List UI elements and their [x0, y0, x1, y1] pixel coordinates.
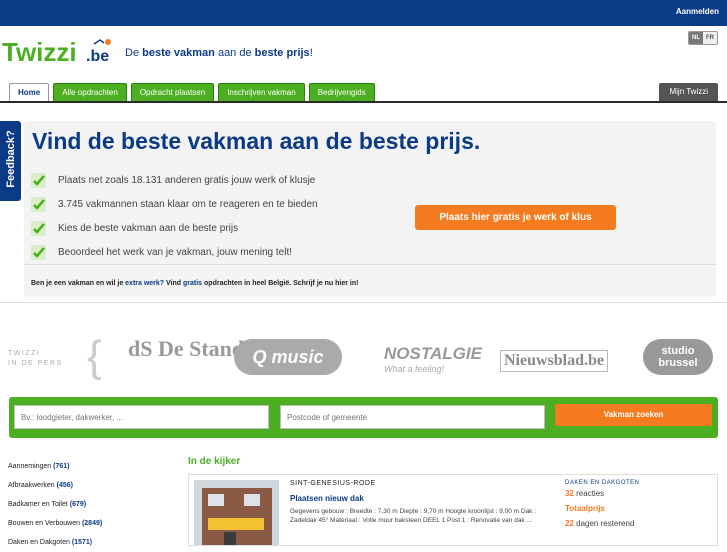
language-switch: NL FR [688, 31, 718, 45]
my-twizzi-button[interactable]: Mijn Twizzi [659, 83, 718, 101]
category-item[interactable]: Afbraakwerken (456) [8, 476, 168, 495]
brace-decoration: { [87, 332, 102, 381]
trade-search-input[interactable] [14, 405, 269, 429]
free-jobs-link[interactable]: gratis [183, 280, 202, 287]
login-link[interactable]: Aanmelden [676, 7, 719, 16]
category-item[interactable]: Daken en Dakgoten (1571) [8, 533, 168, 552]
twizzi-logo[interactable]: Twizzi .be [2, 36, 120, 68]
nostalgie-logo: NOSTALGIE What a feeling! [384, 344, 482, 374]
feedback-label: Feedback? [5, 130, 17, 188]
tagline: De beste vakman aan de beste prijs! [125, 47, 313, 59]
svg-text:.be: .be [86, 48, 109, 65]
lang-nl-button[interactable]: NL [689, 32, 703, 44]
job-title-link[interactable]: Plaatsen nieuw dak [290, 494, 364, 503]
main-nav: Home Alle opdrachten Opdracht plaatsen I… [9, 83, 379, 101]
find-pro-button[interactable]: Vakman zoeken [555, 404, 712, 426]
nieuwsblad-logo: Nieuwsblad.be [500, 350, 609, 372]
total-price-label: Totaalprijs [565, 504, 605, 513]
tab-post-job[interactable]: Opdracht plaatsen [130, 83, 215, 101]
category-item[interactable]: Aannemingen (761) [8, 457, 168, 476]
benefit-item: Beoordeel het werk van je vakman, jouw m… [31, 240, 318, 264]
job-location: SINT-GENESIUS-RODE [290, 480, 376, 487]
feedback-tab[interactable]: Feedback? [0, 121, 21, 201]
benefit-item: 3.745 vakmannen staan klaar om te reager… [31, 192, 318, 216]
tab-all-jobs[interactable]: Alle opdrachten [53, 83, 127, 101]
svg-text:Twizzi: Twizzi [2, 37, 77, 67]
benefit-item: Plaats net zoals 18.131 anderen gratis j… [31, 168, 318, 192]
category-list: Aannemingen (761) Afbraakwerken (456) Ba… [8, 457, 168, 552]
featured-heading: In de kijker [188, 456, 241, 467]
checkmark-icon [31, 244, 46, 260]
tab-business-directory[interactable]: Bedrijvengids [308, 83, 375, 101]
job-stats: DAKEN EN DAKGOTEN 32 reacties Totaalprij… [565, 480, 715, 531]
checkmark-icon [31, 172, 46, 188]
studio-brussel-logo: studio brussel [643, 339, 713, 375]
days-remaining: 22 dagen resterend [565, 519, 635, 528]
extra-work-link[interactable]: extra werk? [125, 280, 164, 287]
pro-promo-text: Ben je een vakman en wil je extra werk? … [24, 264, 716, 297]
press-label: TWIZZI IN DE PERS [8, 350, 63, 367]
category-item[interactable]: Bouwen en Verbouwen (2849) [8, 514, 168, 533]
hero-title: Vind de beste vakman aan de beste prijs. [32, 128, 481, 154]
post-job-cta-button[interactable]: Plaats hier gratis je werk of klus [415, 205, 616, 230]
tab-register-pro[interactable]: Inschrijven vakman [218, 83, 305, 101]
location-search-input[interactable] [280, 405, 545, 429]
job-description: Gegevens gebouw : Breedte : 7,30 m Diept… [290, 508, 537, 524]
job-photo [194, 480, 279, 545]
top-bar: Aanmelden [0, 0, 727, 26]
checkmark-icon [31, 220, 46, 236]
benefit-item: Kies de beste vakman aan de beste prijs [31, 216, 318, 240]
featured-job-card[interactable]: SINT-GENESIUS-RODE Plaatsen nieuw dak Ge… [188, 474, 718, 546]
qmusic-logo: Q music [234, 339, 342, 375]
tab-home[interactable]: Home [9, 83, 50, 101]
benefit-list: Plaats net zoals 18.131 anderen gratis j… [31, 168, 318, 264]
reactions-count: 32 reacties [565, 489, 605, 498]
category-item[interactable]: Badkamer en Toilet (679) [8, 495, 168, 514]
lang-fr-button[interactable]: FR [703, 32, 717, 44]
checkmark-icon [31, 196, 46, 212]
